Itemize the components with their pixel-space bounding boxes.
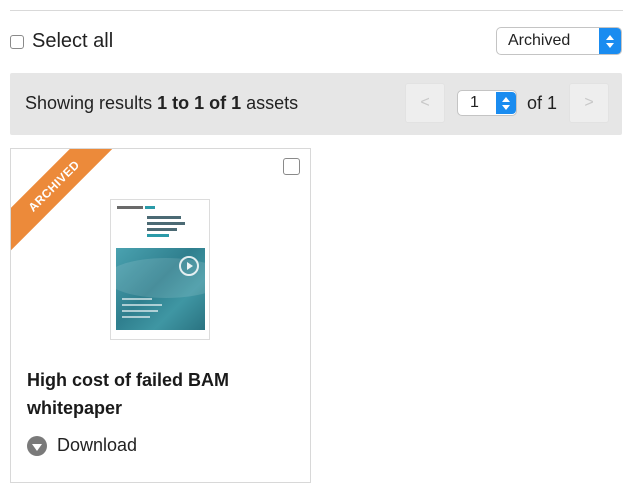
status-filter-select[interactable]: Archived: [496, 27, 622, 55]
select-stepper-icon: [599, 28, 621, 54]
results-prefix: Showing results: [25, 93, 158, 113]
select-all-checkbox[interactable]: [10, 34, 24, 49]
download-link[interactable]: Download: [27, 435, 137, 456]
results-range: 1 to 1 of 1: [157, 93, 242, 113]
results-bar: Showing results 1 to 1 of 1 assets < 1 o…: [10, 73, 622, 135]
chevron-right-icon: >: [584, 94, 594, 111]
asset-thumbnail[interactable]: [110, 199, 210, 340]
page-total-label: of 1: [527, 93, 558, 113]
chevron-left-icon: <: [420, 94, 430, 111]
top-divider: [10, 10, 623, 11]
download-label: Download: [57, 435, 138, 455]
page-number-select[interactable]: 1: [457, 90, 517, 116]
status-filter-value: Archived: [508, 32, 571, 49]
select-all-label: Select all: [32, 30, 114, 52]
play-icon: [179, 256, 199, 276]
previous-page-button[interactable]: <: [405, 83, 445, 123]
download-icon: [27, 435, 47, 456]
asset-title[interactable]: High cost of failed BAM whitepaper: [27, 366, 287, 422]
results-summary: Showing results 1 to 1 of 1 assets: [25, 93, 298, 114]
asset-select-checkbox[interactable]: [283, 158, 300, 175]
asset-card[interactable]: ARCHIVED High cost of failed BAM whitepa…: [10, 148, 311, 483]
results-suffix: assets: [241, 93, 299, 113]
page-number-value: 1: [470, 94, 479, 111]
page-stepper-icon: [496, 92, 516, 114]
select-all[interactable]: Select all: [10, 30, 113, 53]
next-page-button[interactable]: >: [569, 83, 609, 123]
archived-badge: ARCHIVED: [11, 149, 125, 257]
